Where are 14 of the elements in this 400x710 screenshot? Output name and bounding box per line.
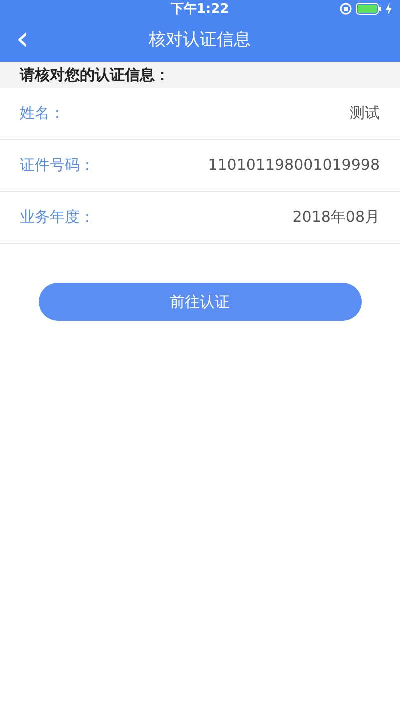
- field-label: 证件号码：: [20, 155, 95, 176]
- back-button[interactable]: ‹: [10, 24, 36, 54]
- verify-button[interactable]: 前往认证: [38, 283, 362, 321]
- page-title: 核对认证信息: [149, 29, 251, 52]
- status-time: 下午1:22: [170, 1, 230, 20]
- field-value: 110101198001019998: [208, 155, 380, 176]
- field-value: 2018年08月: [292, 207, 380, 228]
- field-value: 测试: [350, 103, 380, 124]
- battery-icon: [356, 3, 382, 15]
- charging-icon: [386, 3, 392, 15]
- orientation-lock-icon: [340, 3, 352, 15]
- section-header: 请核对您的认证信息：: [20, 64, 170, 86]
- field-label: 业务年度：: [20, 207, 95, 228]
- field-label: 姓名：: [20, 103, 65, 124]
